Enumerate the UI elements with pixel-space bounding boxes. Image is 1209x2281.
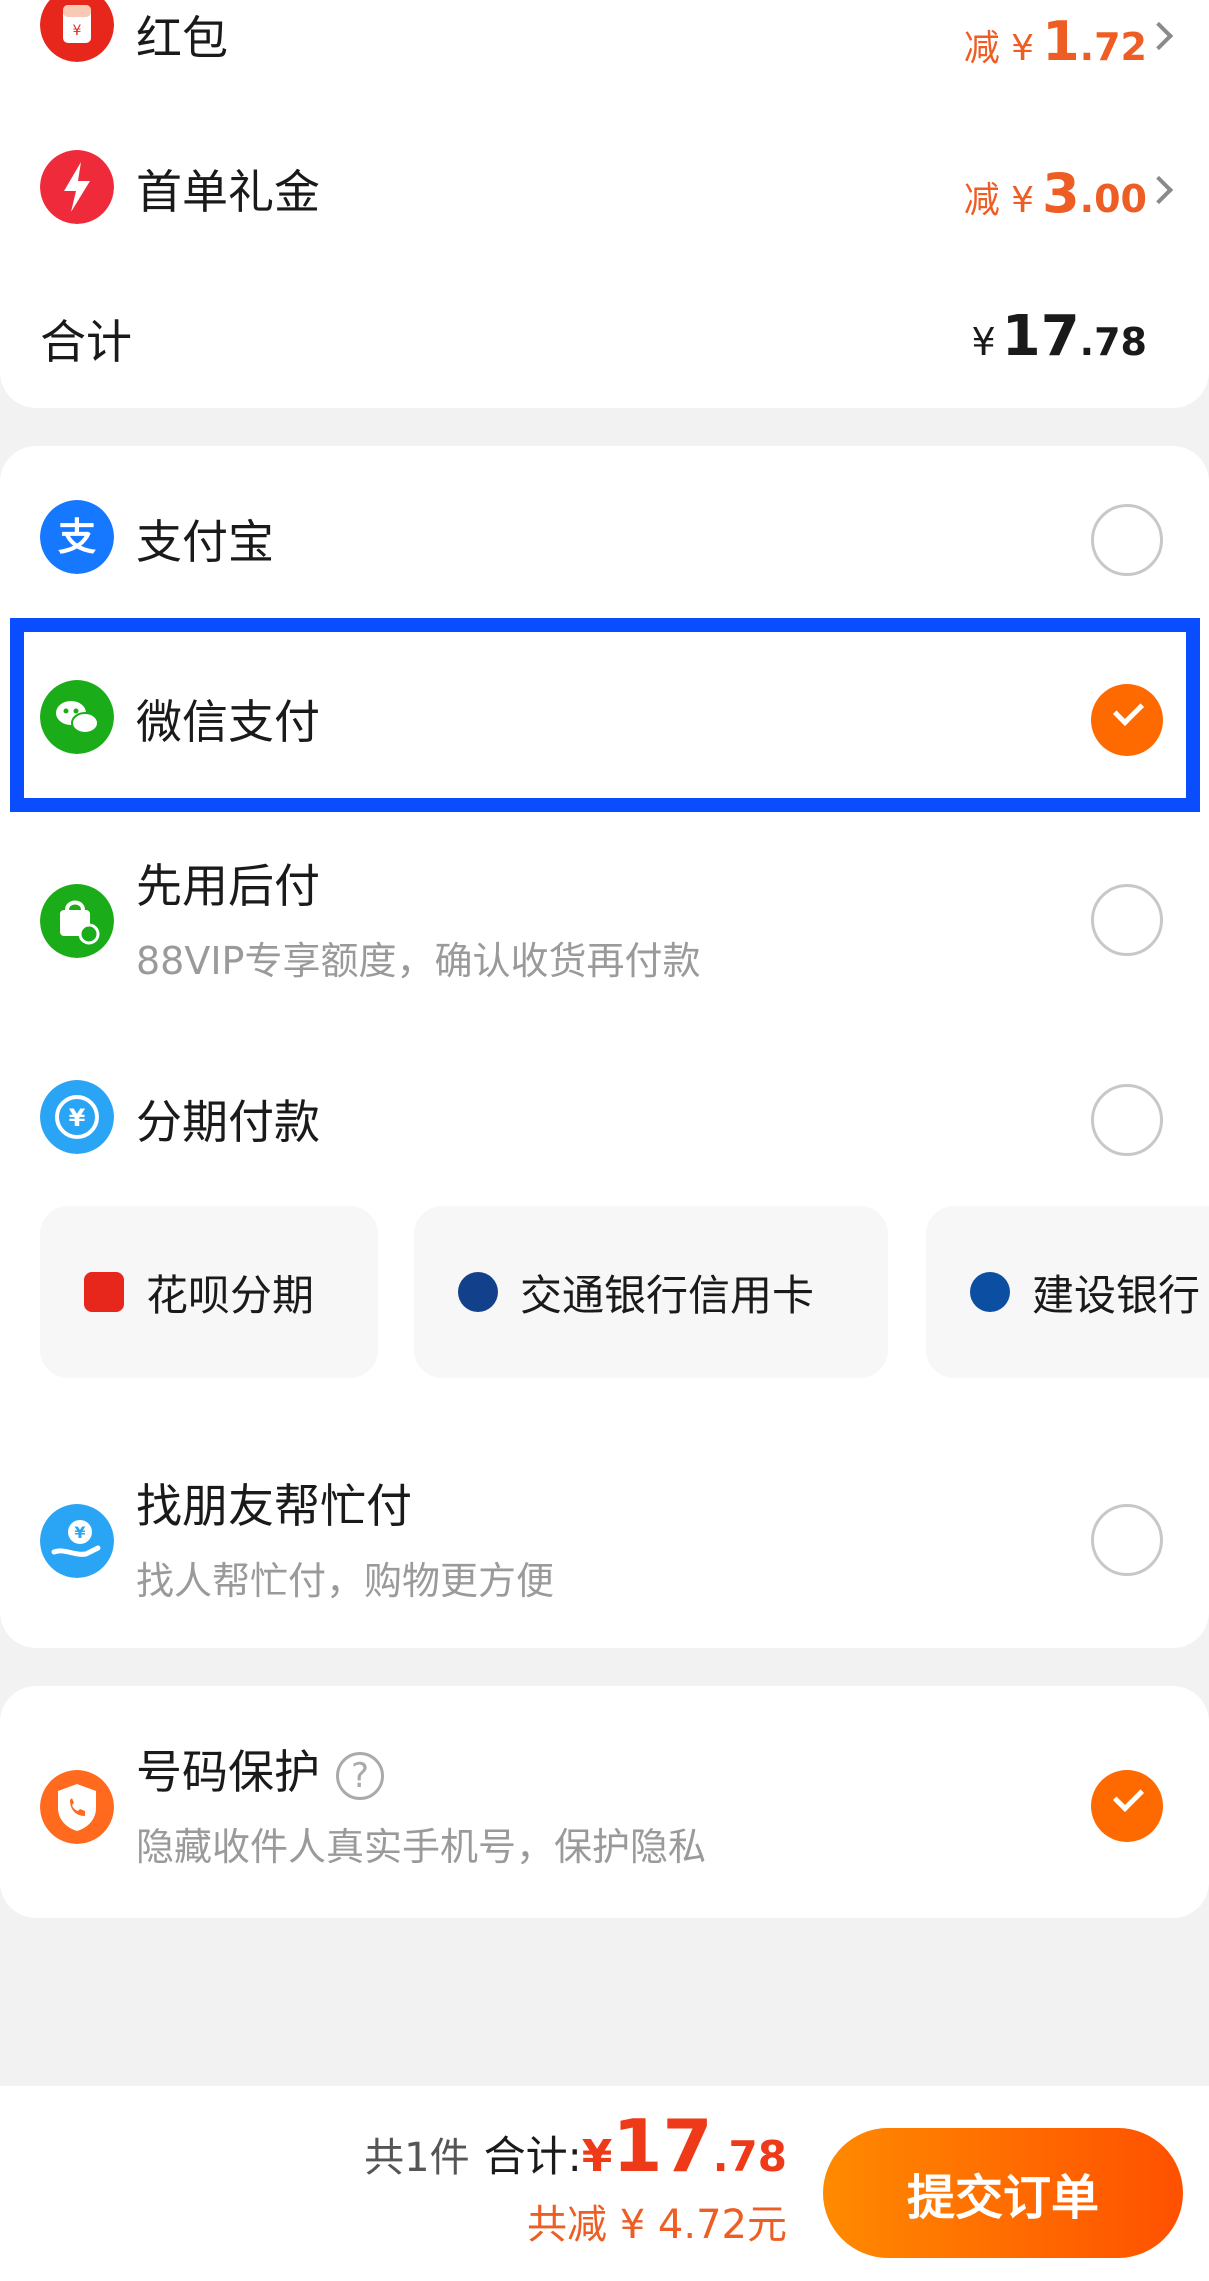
total-amount: 17 — [612, 2104, 713, 2188]
discount-label: 首单礼金 — [136, 165, 320, 219]
shield-phone-icon — [40, 1770, 114, 1844]
payment-label: 分期付款 — [136, 1095, 320, 1149]
svg-text:支: 支 — [58, 515, 96, 559]
installment-yen-icon: ¥ — [40, 1080, 114, 1154]
subtotal-row: 合计 ¥ 17 .78 — [0, 300, 1209, 370]
huabei-icon — [84, 1272, 124, 1312]
installment-options-scroller[interactable]: 花呗分期 交通银行信用卡 建设银行 — [0, 1206, 1209, 1378]
bank-of-communications-icon — [458, 1272, 498, 1312]
checkout-footer: 共1件 合计: ¥ 17 .78 共减 ¥ 4.72元 提交订单 — [0, 2086, 1209, 2281]
discount-row-first-order[interactable]: 首单礼金 减 ¥ 3 .00 — [0, 150, 1209, 230]
shopping-bag-icon — [40, 884, 114, 958]
china-construction-bank-icon — [970, 1272, 1010, 1312]
installment-chip-bocom[interactable]: 交通银行信用卡 — [414, 1206, 888, 1378]
discount-label: 红包 — [136, 11, 228, 65]
protection-sublabel: 隐藏收件人真实手机号，保护隐私 — [136, 1825, 707, 1869]
protection-label: 号码保护? — [136, 1736, 706, 1802]
toggle-selected[interactable] — [1091, 1770, 1163, 1842]
subtotal-label: 合计 — [40, 315, 132, 369]
alipay-icon: 支 — [40, 500, 114, 574]
selection-highlight-box — [10, 618, 1200, 812]
payment-label: 先用后付 — [136, 859, 320, 913]
radio-button[interactable] — [1091, 884, 1163, 956]
svg-text:¥: ¥ — [74, 1523, 85, 1542]
payment-option-installment[interactable]: ¥ 分期付款 — [0, 1080, 1209, 1160]
payment-option-friend-pay[interactable]: ¥ 找朋友帮忙付 找人帮忙付，购物更方便 — [0, 1470, 1209, 1610]
payment-label: 支付宝 — [136, 515, 274, 569]
svg-text:¥: ¥ — [69, 1104, 86, 1132]
payment-label: 找朋友帮忙付 — [136, 1479, 412, 1533]
payment-sublabel: 找人帮忙付，购物更方便 — [136, 1559, 555, 1603]
footer-total: 共1件 合计: ¥ 17 .78 共减 ¥ 4.72元 — [364, 2104, 787, 2248]
svg-text:¥: ¥ — [73, 23, 82, 39]
item-count: 共1件 — [364, 2135, 470, 2181]
discount-amount: 减 ¥ 3 .00 — [963, 162, 1147, 225]
discount-amount: 减 ¥ 1 .72 — [963, 10, 1147, 73]
order-confirm-page: ¥ 红包 减 ¥ 1 .72 首单礼金 减 ¥ 3 .00 合计 ¥ 17 .7… — [0, 0, 1209, 2281]
total-saved: 共减 ¥ 4.72元 — [527, 2202, 787, 2248]
chevron-right-icon — [1144, 175, 1174, 205]
total-label: 合计: — [483, 2132, 582, 2181]
payment-option-alipay[interactable]: 支 支付宝 — [0, 500, 1209, 580]
payment-option-pay-later[interactable]: 先用后付 88VIP专享额度，确认收货再付款 — [0, 850, 1209, 990]
radio-button[interactable] — [1091, 504, 1163, 576]
lightning-icon — [40, 150, 114, 224]
help-icon[interactable]: ? — [336, 1751, 384, 1800]
radio-button[interactable] — [1091, 1084, 1163, 1156]
subtotal-amount: ¥ 17 .78 — [971, 304, 1147, 369]
submit-order-button[interactable]: 提交订单 — [823, 2128, 1183, 2258]
friend-pay-hand-icon: ¥ — [40, 1504, 114, 1578]
payment-sublabel: 88VIP专享额度，确认收货再付款 — [136, 939, 701, 983]
chevron-right-icon — [1144, 21, 1174, 51]
installment-chip-ccb[interactable]: 建设银行 — [926, 1206, 1209, 1378]
radio-button[interactable] — [1091, 1504, 1163, 1576]
number-protection-row[interactable]: 号码保护? 隐藏收件人真实手机号，保护隐私 — [0, 1736, 1209, 1876]
installment-chip-huabei[interactable]: 花呗分期 — [40, 1206, 378, 1378]
discount-row-hongbao[interactable]: ¥ 红包 减 ¥ 1 .72 — [0, 0, 1209, 74]
red-packet-icon: ¥ — [40, 0, 114, 62]
